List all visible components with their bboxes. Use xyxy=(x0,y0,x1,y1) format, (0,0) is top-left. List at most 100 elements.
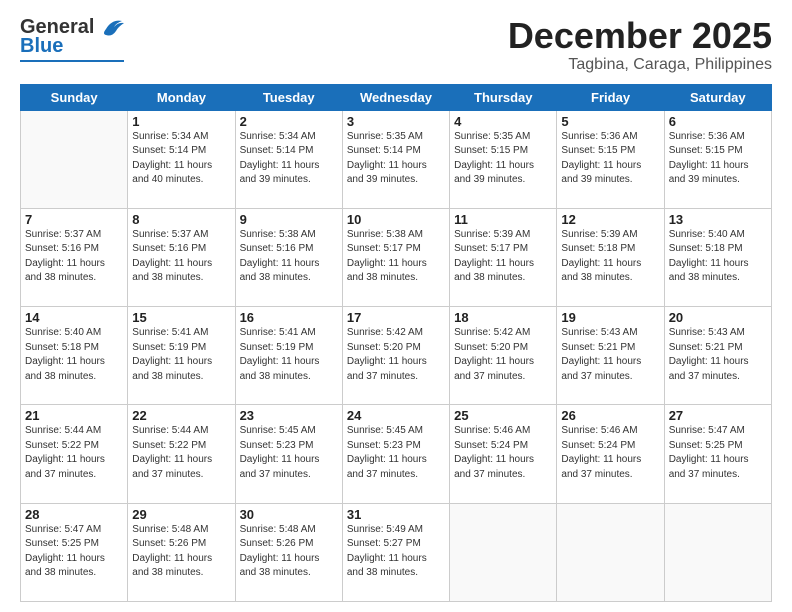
day-info: Sunrise: 5:48 AM Sunset: 5:26 PM Dayligh… xyxy=(132,523,230,581)
table-row: 21Sunrise: 5:44 AM Sunset: 5:22 PM Dayli… xyxy=(21,405,128,503)
table-row: 15Sunrise: 5:41 AM Sunset: 5:19 PM Dayli… xyxy=(128,307,235,405)
table-row: 20Sunrise: 5:43 AM Sunset: 5:21 PM Dayli… xyxy=(664,307,771,405)
table-row: 6Sunrise: 5:36 AM Sunset: 5:15 PM Daylig… xyxy=(664,110,771,208)
day-number: 27 xyxy=(669,408,767,423)
day-number: 20 xyxy=(669,310,767,325)
table-row: 24Sunrise: 5:45 AM Sunset: 5:23 PM Dayli… xyxy=(342,405,449,503)
table-row: 27Sunrise: 5:47 AM Sunset: 5:25 PM Dayli… xyxy=(664,405,771,503)
day-info: Sunrise: 5:49 AM Sunset: 5:27 PM Dayligh… xyxy=(347,523,445,581)
table-row: 2Sunrise: 5:34 AM Sunset: 5:14 PM Daylig… xyxy=(235,110,342,208)
day-info: Sunrise: 5:42 AM Sunset: 5:20 PM Dayligh… xyxy=(347,326,445,384)
day-info: Sunrise: 5:47 AM Sunset: 5:25 PM Dayligh… xyxy=(25,523,123,581)
table-row: 18Sunrise: 5:42 AM Sunset: 5:20 PM Dayli… xyxy=(450,307,557,405)
day-info: Sunrise: 5:48 AM Sunset: 5:26 PM Dayligh… xyxy=(240,523,338,581)
day-number: 30 xyxy=(240,507,338,522)
day-info: Sunrise: 5:38 AM Sunset: 5:16 PM Dayligh… xyxy=(240,228,338,286)
day-number: 28 xyxy=(25,507,123,522)
day-number: 8 xyxy=(132,212,230,227)
calendar-table: Sunday Monday Tuesday Wednesday Thursday… xyxy=(20,84,772,602)
table-row: 8Sunrise: 5:37 AM Sunset: 5:16 PM Daylig… xyxy=(128,208,235,306)
day-number: 4 xyxy=(454,114,552,129)
day-number: 21 xyxy=(25,408,123,423)
day-number: 13 xyxy=(669,212,767,227)
table-row: 19Sunrise: 5:43 AM Sunset: 5:21 PM Dayli… xyxy=(557,307,664,405)
table-row: 26Sunrise: 5:46 AM Sunset: 5:24 PM Dayli… xyxy=(557,405,664,503)
logo-blue: Blue xyxy=(20,35,63,58)
calendar-page: General Blue December 2025 Tagbina, Cara… xyxy=(0,0,792,612)
day-number: 25 xyxy=(454,408,552,423)
day-info: Sunrise: 5:41 AM Sunset: 5:19 PM Dayligh… xyxy=(240,326,338,384)
day-info: Sunrise: 5:39 AM Sunset: 5:17 PM Dayligh… xyxy=(454,228,552,286)
table-row xyxy=(664,503,771,601)
day-number: 9 xyxy=(240,212,338,227)
day-number: 3 xyxy=(347,114,445,129)
table-row: 3Sunrise: 5:35 AM Sunset: 5:14 PM Daylig… xyxy=(342,110,449,208)
calendar-week-row: 1Sunrise: 5:34 AM Sunset: 5:14 PM Daylig… xyxy=(21,110,772,208)
day-number: 17 xyxy=(347,310,445,325)
calendar-week-row: 14Sunrise: 5:40 AM Sunset: 5:18 PM Dayli… xyxy=(21,307,772,405)
table-row: 13Sunrise: 5:40 AM Sunset: 5:18 PM Dayli… xyxy=(664,208,771,306)
day-info: Sunrise: 5:42 AM Sunset: 5:20 PM Dayligh… xyxy=(454,326,552,384)
table-row xyxy=(557,503,664,601)
table-row: 9Sunrise: 5:38 AM Sunset: 5:16 PM Daylig… xyxy=(235,208,342,306)
table-row: 5Sunrise: 5:36 AM Sunset: 5:15 PM Daylig… xyxy=(557,110,664,208)
table-row: 17Sunrise: 5:42 AM Sunset: 5:20 PM Dayli… xyxy=(342,307,449,405)
day-number: 26 xyxy=(561,408,659,423)
day-info: Sunrise: 5:38 AM Sunset: 5:17 PM Dayligh… xyxy=(347,228,445,286)
day-number: 19 xyxy=(561,310,659,325)
title-block: December 2025 Tagbina, Caraga, Philippin… xyxy=(508,16,772,74)
day-info: Sunrise: 5:34 AM Sunset: 5:14 PM Dayligh… xyxy=(240,130,338,188)
table-row: 28Sunrise: 5:47 AM Sunset: 5:25 PM Dayli… xyxy=(21,503,128,601)
day-info: Sunrise: 5:44 AM Sunset: 5:22 PM Dayligh… xyxy=(132,424,230,482)
table-row: 7Sunrise: 5:37 AM Sunset: 5:16 PM Daylig… xyxy=(21,208,128,306)
day-info: Sunrise: 5:47 AM Sunset: 5:25 PM Dayligh… xyxy=(669,424,767,482)
day-info: Sunrise: 5:43 AM Sunset: 5:21 PM Dayligh… xyxy=(669,326,767,384)
day-number: 24 xyxy=(347,408,445,423)
day-info: Sunrise: 5:41 AM Sunset: 5:19 PM Dayligh… xyxy=(132,326,230,384)
table-row: 14Sunrise: 5:40 AM Sunset: 5:18 PM Dayli… xyxy=(21,307,128,405)
logo: General Blue xyxy=(20,16,124,62)
header-thursday: Thursday xyxy=(450,84,557,110)
header-saturday: Saturday xyxy=(664,84,771,110)
table-row: 16Sunrise: 5:41 AM Sunset: 5:19 PM Dayli… xyxy=(235,307,342,405)
calendar-week-row: 7Sunrise: 5:37 AM Sunset: 5:16 PM Daylig… xyxy=(21,208,772,306)
day-info: Sunrise: 5:44 AM Sunset: 5:22 PM Dayligh… xyxy=(25,424,123,482)
table-row xyxy=(21,110,128,208)
day-info: Sunrise: 5:45 AM Sunset: 5:23 PM Dayligh… xyxy=(240,424,338,482)
weekday-header-row: Sunday Monday Tuesday Wednesday Thursday… xyxy=(21,84,772,110)
day-number: 12 xyxy=(561,212,659,227)
day-number: 2 xyxy=(240,114,338,129)
day-info: Sunrise: 5:34 AM Sunset: 5:14 PM Dayligh… xyxy=(132,130,230,188)
table-row: 22Sunrise: 5:44 AM Sunset: 5:22 PM Dayli… xyxy=(128,405,235,503)
month-title: December 2025 xyxy=(508,16,772,56)
day-number: 29 xyxy=(132,507,230,522)
day-info: Sunrise: 5:35 AM Sunset: 5:14 PM Dayligh… xyxy=(347,130,445,188)
day-info: Sunrise: 5:43 AM Sunset: 5:21 PM Dayligh… xyxy=(561,326,659,384)
day-number: 23 xyxy=(240,408,338,423)
day-info: Sunrise: 5:40 AM Sunset: 5:18 PM Dayligh… xyxy=(25,326,123,384)
header-friday: Friday xyxy=(557,84,664,110)
header-tuesday: Tuesday xyxy=(235,84,342,110)
location-title: Tagbina, Caraga, Philippines xyxy=(508,56,772,74)
day-number: 15 xyxy=(132,310,230,325)
day-info: Sunrise: 5:40 AM Sunset: 5:18 PM Dayligh… xyxy=(669,228,767,286)
day-number: 1 xyxy=(132,114,230,129)
table-row: 30Sunrise: 5:48 AM Sunset: 5:26 PM Dayli… xyxy=(235,503,342,601)
day-info: Sunrise: 5:39 AM Sunset: 5:18 PM Dayligh… xyxy=(561,228,659,286)
day-number: 16 xyxy=(240,310,338,325)
table-row: 12Sunrise: 5:39 AM Sunset: 5:18 PM Dayli… xyxy=(557,208,664,306)
calendar-week-row: 21Sunrise: 5:44 AM Sunset: 5:22 PM Dayli… xyxy=(21,405,772,503)
table-row: 4Sunrise: 5:35 AM Sunset: 5:15 PM Daylig… xyxy=(450,110,557,208)
day-number: 22 xyxy=(132,408,230,423)
day-number: 7 xyxy=(25,212,123,227)
table-row xyxy=(450,503,557,601)
day-number: 14 xyxy=(25,310,123,325)
day-info: Sunrise: 5:45 AM Sunset: 5:23 PM Dayligh… xyxy=(347,424,445,482)
day-info: Sunrise: 5:36 AM Sunset: 5:15 PM Dayligh… xyxy=(669,130,767,188)
day-info: Sunrise: 5:46 AM Sunset: 5:24 PM Dayligh… xyxy=(454,424,552,482)
table-row: 23Sunrise: 5:45 AM Sunset: 5:23 PM Dayli… xyxy=(235,405,342,503)
day-info: Sunrise: 5:37 AM Sunset: 5:16 PM Dayligh… xyxy=(25,228,123,286)
logo-bird-icon xyxy=(96,17,124,39)
table-row: 11Sunrise: 5:39 AM Sunset: 5:17 PM Dayli… xyxy=(450,208,557,306)
calendar-week-row: 28Sunrise: 5:47 AM Sunset: 5:25 PM Dayli… xyxy=(21,503,772,601)
